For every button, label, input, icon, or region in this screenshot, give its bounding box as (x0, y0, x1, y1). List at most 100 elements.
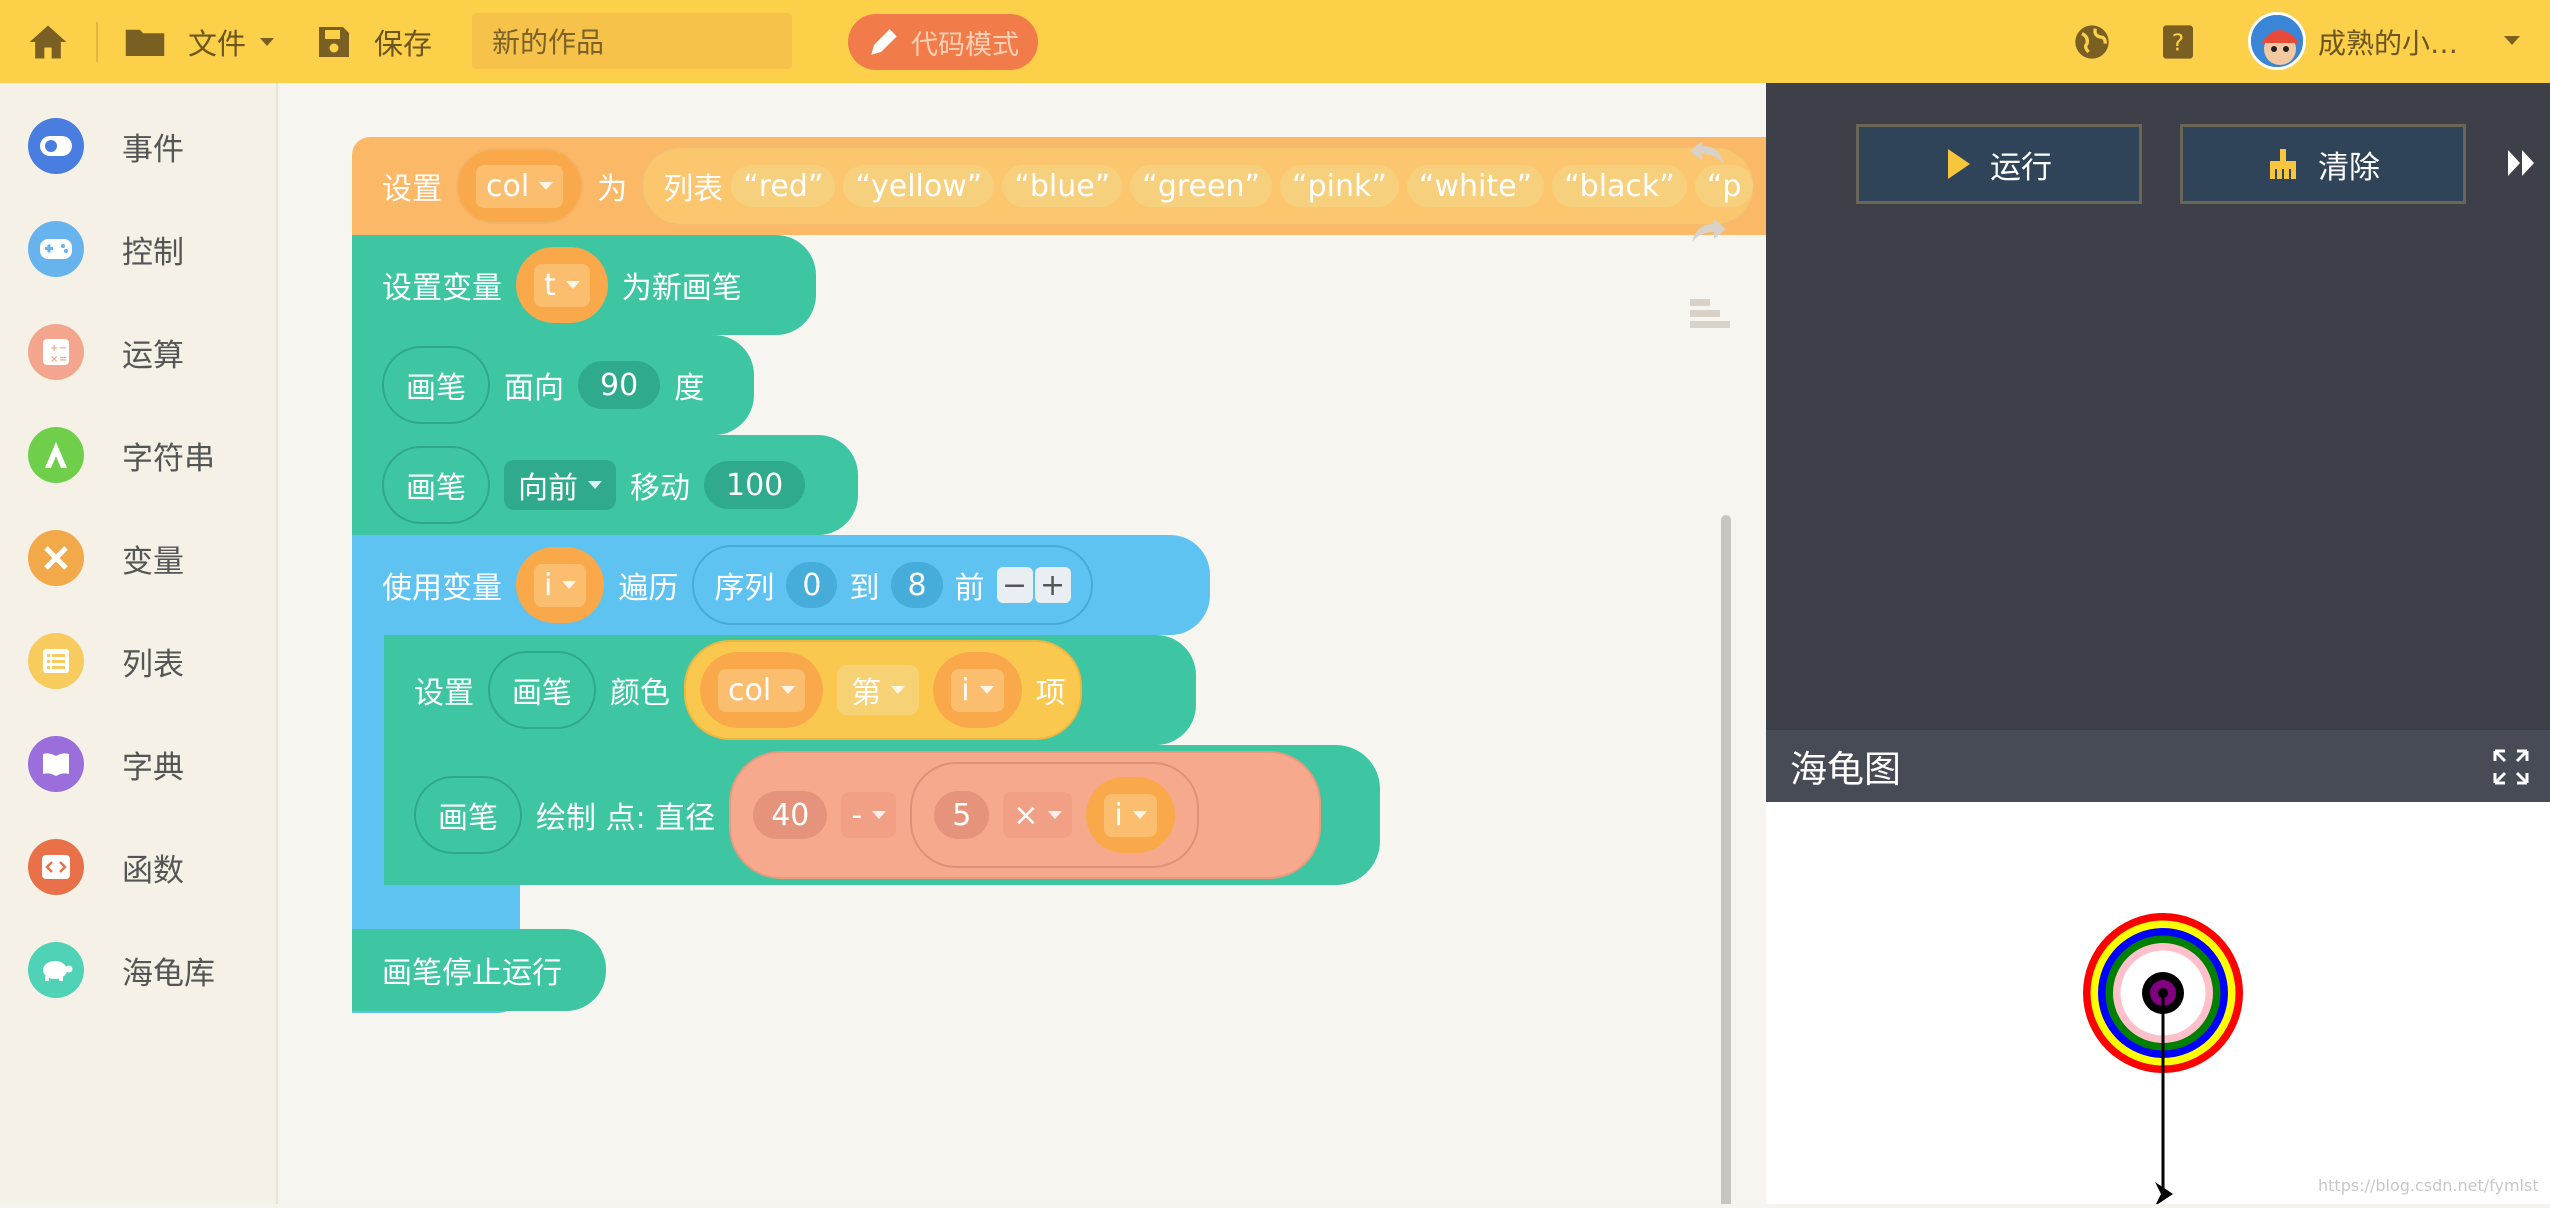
chevron-down-icon (1132, 811, 1147, 819)
new-pen-label: 为新画笔 (621, 271, 742, 306)
pen-reporter[interactable]: 画笔 (382, 446, 490, 524)
number-input[interactable]: 5 (934, 791, 990, 839)
sidebar-item-strings[interactable]: 字符串 (28, 425, 215, 485)
workspace-scrollbar[interactable] (1721, 515, 1731, 1204)
list-dropdown[interactable]: col (700, 652, 824, 728)
align-blocks-icon[interactable] (1688, 295, 1732, 335)
chevron-down-icon[interactable] (2504, 36, 2520, 45)
minus-icon[interactable]: − (996, 567, 1033, 603)
variable-dropdown[interactable]: t (516, 247, 608, 323)
pen-reporter[interactable]: 画笔 (382, 346, 490, 424)
index-mode-dropdown[interactable]: 第 (837, 665, 920, 715)
distance-input[interactable]: 100 (704, 461, 806, 509)
username[interactable]: 成熟的小… (2318, 22, 2458, 62)
calculator-icon: + − × = (28, 324, 84, 380)
toggle-icon (28, 118, 84, 174)
save-button[interactable]: 保存 (316, 18, 432, 66)
operator-dropdown[interactable]: × (1003, 792, 1073, 838)
plus-icon[interactable]: + (1034, 567, 1071, 603)
redo-icon[interactable] (1686, 215, 1746, 251)
globe-icon[interactable] (2072, 22, 2112, 62)
sidebar-item-control[interactable]: 控制 (28, 219, 184, 279)
use-variable-label: 使用变量 (382, 571, 502, 606)
pen-move-block[interactable]: 画笔 向前 移动 100 (352, 435, 858, 535)
sidebar-item-label: 事件 (122, 131, 184, 168)
avatar[interactable] (2248, 12, 2306, 70)
sidebar-item-label: 变量 (122, 543, 184, 580)
degree-input[interactable]: 90 (578, 361, 661, 409)
variable-dropdown[interactable]: i (516, 547, 605, 623)
stop-pen-label: 画笔停止运行 (382, 956, 562, 991)
range-block[interactable]: 序列 0 到 8 前 − + (692, 545, 1093, 625)
svg-text:?: ? (2172, 28, 2184, 56)
sidebar-item-operators[interactable]: + − × = 运算 (28, 322, 184, 382)
sequence-label: 序列 (714, 571, 775, 606)
list-item[interactable]: “green” (1130, 165, 1273, 207)
run-button[interactable]: 运行 (1856, 124, 2142, 204)
save-label: 保存 (374, 27, 433, 61)
sidebar-item-label: 函数 (122, 852, 184, 889)
turtle-canvas[interactable] (1766, 802, 2550, 1206)
file-menu[interactable]: 文件 (124, 18, 275, 66)
collapse-panel-icon[interactable] (2506, 146, 2538, 180)
list-item[interactable]: “yellow” (843, 165, 995, 207)
set-pen-color-block[interactable]: 设置 画笔 颜色 col 第 i 项 (384, 635, 1196, 745)
variable-dropdown[interactable]: i (933, 652, 1022, 728)
code-mode-label: 代码模式 (911, 29, 1019, 61)
fullscreen-icon[interactable] (2492, 748, 2530, 786)
range-end-input[interactable]: 8 (891, 562, 943, 608)
set-variable-block[interactable]: 设置 col 为 列表 “red” “yellow” “blue” “green… (352, 137, 1766, 235)
sidebar-item-functions[interactable]: 函数 (28, 837, 184, 897)
undo-icon[interactable] (1686, 137, 1746, 173)
sidebar-item-turtle[interactable]: 海龟库 (28, 940, 215, 1000)
list-create-block[interactable]: 列表 “red” “yellow” “blue” “green” “pink” … (641, 146, 1756, 226)
list-item[interactable]: “pink” (1280, 165, 1399, 207)
range-start-input[interactable]: 0 (786, 562, 838, 608)
variable-dropdown[interactable]: col (456, 148, 584, 224)
watermark-text: https://blog.csdn.net/fymlst (2318, 1176, 2539, 1195)
project-name-input[interactable] (472, 13, 792, 69)
list-item[interactable]: “white” (1406, 165, 1545, 207)
sidebar-item-label: 控制 (122, 234, 184, 271)
multiply-block[interactable]: 5 × i (910, 762, 1199, 868)
list-item[interactable]: “black” (1552, 165, 1687, 207)
new-pen-block[interactable]: 设置变量 t 为新画笔 (352, 235, 816, 335)
set-keyword: 设置 (382, 172, 442, 207)
list-index-block[interactable]: col 第 i 项 (684, 640, 1082, 740)
sidebar-item-variables[interactable]: 变量 (28, 528, 184, 588)
pen-reporter[interactable]: 画笔 (488, 651, 596, 729)
number-input[interactable]: 40 (753, 791, 828, 839)
subtract-block[interactable]: 40 - 5 × i (729, 751, 1322, 879)
clear-button[interactable]: 清除 (2180, 124, 2466, 204)
file-label: 文件 (188, 27, 247, 61)
variable-dropdown[interactable]: i (1086, 777, 1175, 853)
for-each-loop-block[interactable]: 使用变量 i 遍历 序列 0 到 8 前 − + (352, 535, 1210, 635)
home-icon[interactable] (26, 20, 70, 64)
sidebar-item-label: 运算 (122, 337, 184, 374)
code-icon (28, 839, 84, 895)
pen-heading-block[interactable]: 画笔 面向 90 度 (352, 335, 754, 435)
direction-dropdown[interactable]: 向前 (504, 460, 616, 510)
iterate-label: 遍历 (618, 571, 679, 606)
list-item[interactable]: “red” (731, 165, 836, 207)
svg-text:+: + (50, 343, 58, 354)
variable-name: i (961, 672, 970, 708)
chevron-down-icon (872, 811, 887, 819)
floppy-icon (319, 27, 349, 57)
sidebar-item-dictionary[interactable]: 字典 (28, 734, 184, 794)
stop-pen-block[interactable]: 画笔停止运行 (352, 929, 606, 1011)
svg-text:×: × (50, 354, 58, 365)
draw-dot-block[interactable]: 画笔 绘制 点: 直径 40 - 5 × i (384, 745, 1380, 885)
direction-value: 向前 (518, 471, 578, 506)
sidebar-item-events[interactable]: 事件 (28, 116, 184, 176)
pen-reporter[interactable]: 画笔 (414, 776, 522, 854)
set-variable-label: 设置变量 (382, 271, 502, 306)
color-label: 颜色 (610, 676, 670, 711)
code-mode-button[interactable]: 代码模式 (848, 14, 1038, 70)
help-book-icon[interactable]: ? (2158, 22, 2198, 62)
sidebar-item-lists[interactable]: 列表 (28, 631, 184, 691)
top-bar: 文件 保存 代码模式 ? 成熟的小… (0, 0, 2550, 83)
block-workspace[interactable]: 设置 col 为 列表 “red” “yellow” “blue” “green… (280, 83, 1766, 1204)
operator-dropdown[interactable]: - (841, 792, 897, 838)
list-item[interactable]: “blue” (1002, 165, 1123, 207)
